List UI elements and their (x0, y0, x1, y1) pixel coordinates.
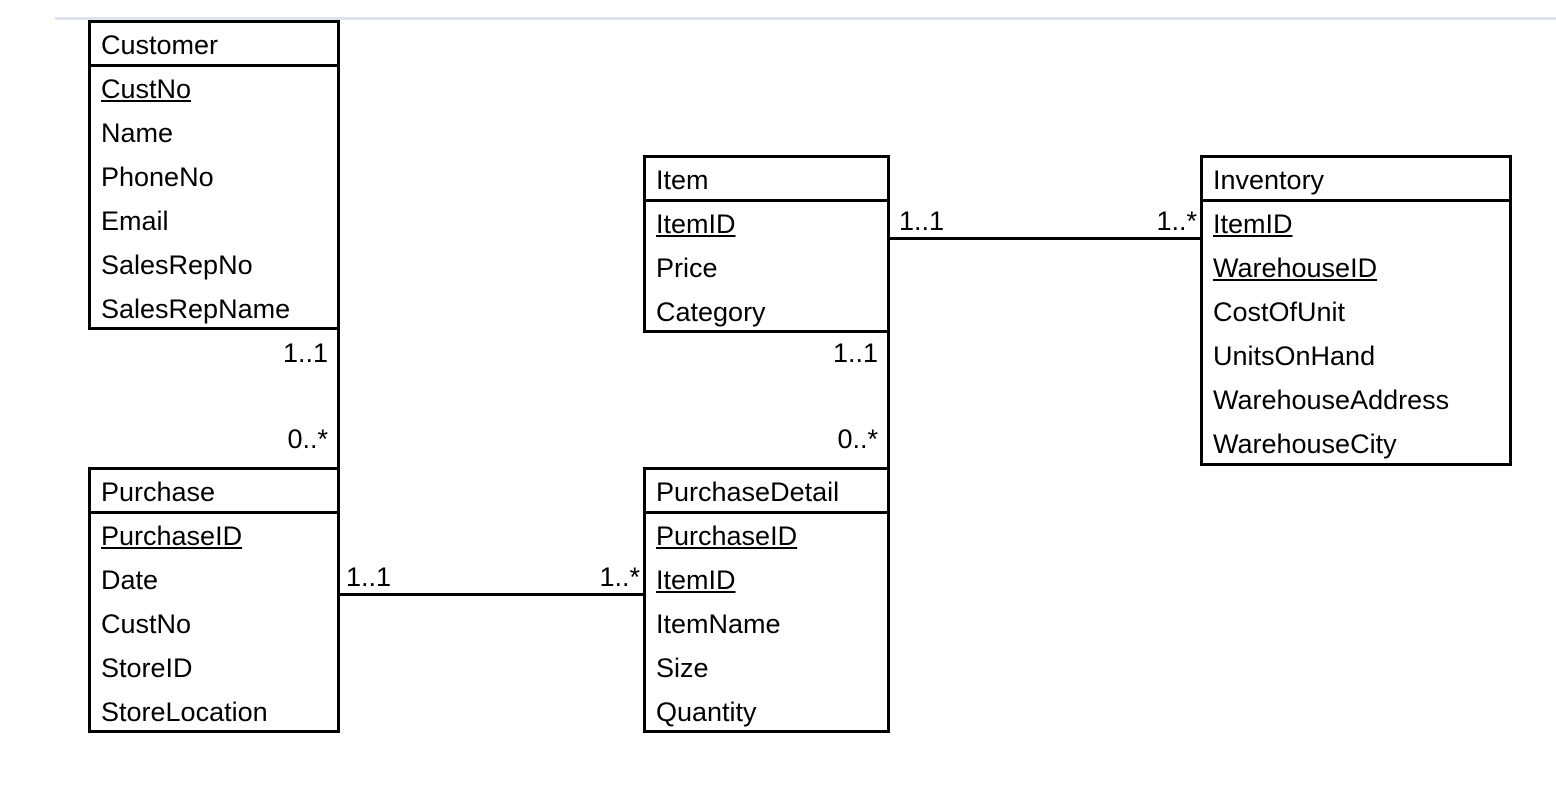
entity-purchase-detail-attributes: PurchaseID ItemID ItemName Size Quantity (646, 514, 887, 734)
attribute-row: WarehouseID (1213, 253, 1378, 283)
entity-item-attributes: ItemID Price Category (646, 202, 887, 334)
entity-customer-attributes: CustNo Name PhoneNo Email SalesRepNo Sal… (91, 67, 337, 331)
attribute-row: Date (101, 565, 159, 595)
attribute-row: ItemID (656, 565, 736, 595)
attribute-row: Size (656, 653, 709, 683)
entity-item-name: Item (646, 158, 887, 202)
connector-item-inventory (888, 237, 1202, 240)
attribute-row: SalesRepNo (101, 250, 253, 280)
attribute-row: ItemID (656, 209, 736, 239)
entity-item[interactable]: Item ItemID Price Category (643, 155, 890, 333)
cardinality-purchase-purchasedetail-to: 1..* (599, 562, 640, 592)
cardinality-purchase-purchasedetail-from: 1..1 (346, 562, 392, 592)
entity-purchase-attributes: PurchaseID Date CustNo StoreID StoreLoca… (91, 514, 337, 734)
diagram-canvas: 1..1 0..* 1..1 1..* 1..1 0..* 1..1 1..* … (0, 0, 1556, 804)
attribute-row: CustNo (101, 609, 192, 639)
cardinality-customer-purchase-from: 1..1 (282, 338, 328, 368)
entity-purchase-detail-name: PurchaseDetail (646, 470, 887, 514)
attribute-row: CustNo (101, 74, 192, 104)
attribute-row: ItemName (656, 609, 781, 639)
attribute-row: WarehouseAddress (1213, 385, 1450, 415)
entity-inventory-attributes: ItemID WarehouseID CostOfUnit UnitsOnHan… (1203, 202, 1509, 466)
entity-inventory-name: Inventory (1203, 158, 1509, 202)
attribute-row: StoreLocation (101, 697, 268, 727)
attribute-row: SalesRepName (101, 294, 291, 324)
cardinality-item-purchasedetail-from: 1..1 (832, 338, 878, 368)
attribute-row: PurchaseID (656, 521, 798, 551)
cardinality-item-purchasedetail-to: 0..* (837, 424, 878, 454)
attribute-row: Email (101, 206, 169, 236)
cardinality-customer-purchase-to: 0..* (287, 424, 328, 454)
attribute-row: PurchaseID (101, 521, 243, 551)
attribute-row: Category (656, 297, 766, 327)
attribute-row: UnitsOnHand (1213, 341, 1376, 371)
entity-purchase[interactable]: Purchase PurchaseID Date CustNo StoreID … (88, 467, 340, 733)
connector-customer-purchase (337, 327, 340, 467)
attribute-row: Name (101, 118, 174, 148)
attribute-row: PhoneNo (101, 162, 214, 192)
attribute-row: StoreID (101, 653, 193, 683)
entity-customer-name: Customer (91, 23, 337, 67)
attribute-row: WarehouseCity (1213, 429, 1397, 459)
entity-customer[interactable]: Customer CustNo Name PhoneNo Email Sales… (88, 20, 340, 330)
entity-purchase-detail[interactable]: PurchaseDetail PurchaseID ItemID ItemNam… (643, 467, 890, 733)
attribute-row: ItemID (1213, 209, 1293, 239)
cardinality-item-inventory-to: 1..* (1156, 206, 1197, 236)
attribute-row: Quantity (656, 697, 757, 727)
entity-inventory[interactable]: Inventory ItemID WarehouseID CostOfUnit … (1200, 155, 1512, 466)
attribute-row: CostOfUnit (1213, 297, 1346, 327)
connector-purchase-purchasedetail (337, 593, 647, 596)
cardinality-item-inventory-from: 1..1 (899, 206, 945, 236)
entity-purchase-name: Purchase (91, 470, 337, 514)
connector-item-purchasedetail (887, 328, 890, 467)
attribute-row: Price (656, 253, 718, 283)
